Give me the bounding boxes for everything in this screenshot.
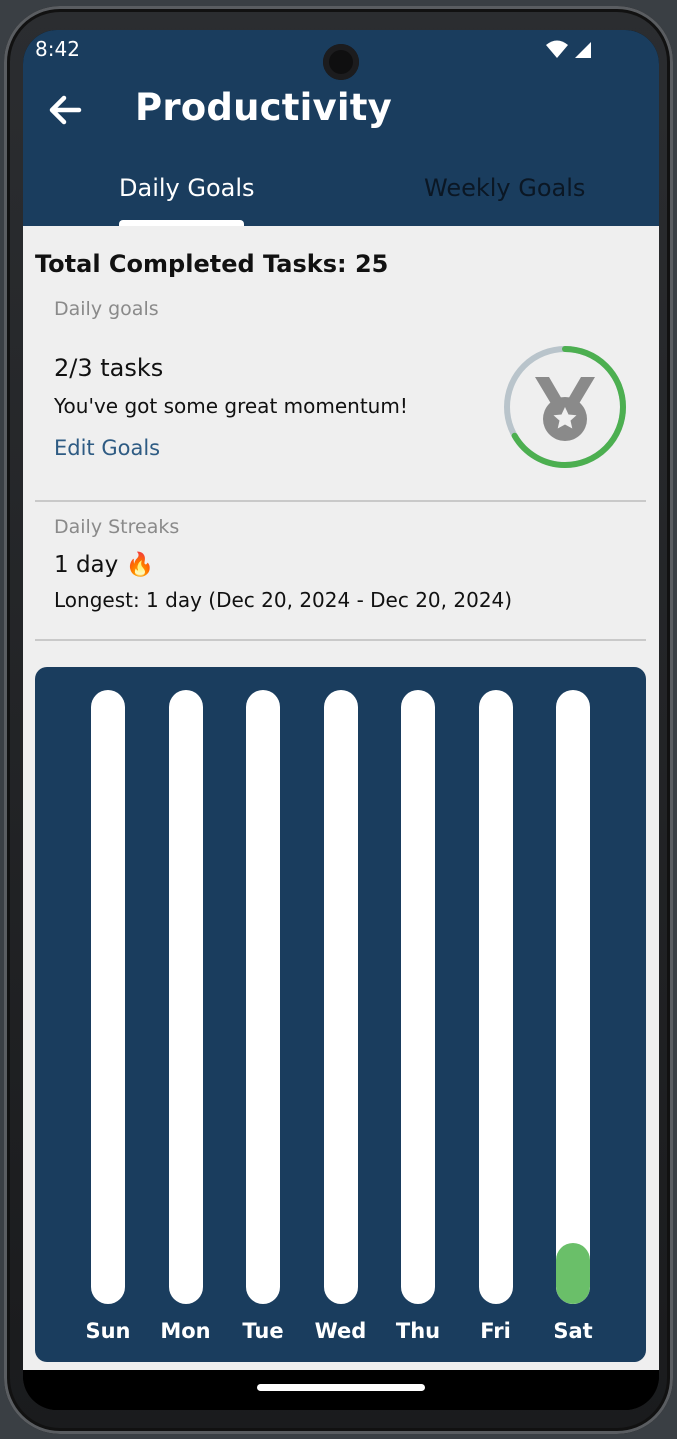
medal-icon — [535, 377, 595, 441]
app-screen: 8:42 Productivity Daily Goals Weekly Goa… — [23, 30, 659, 1410]
divider — [35, 500, 646, 502]
daily-goals-label: Daily goals — [54, 298, 159, 320]
goal-progress-ring — [504, 346, 626, 468]
bar-tue — [246, 690, 280, 1304]
momentum-message: You've got some great momentum! — [54, 394, 408, 418]
daily-streaks-label: Daily Streaks — [54, 516, 180, 538]
weekly-bar-chart: Sun Mon Tue Wed Thu Fri Sat — [35, 667, 646, 1362]
current-streak: 1 day 🔥 — [54, 552, 155, 578]
bar-sat — [556, 690, 590, 1304]
tab-daily-goals[interactable]: Daily Goals — [119, 174, 255, 202]
app-header: 8:42 Productivity Daily Goals Weekly Goa… — [23, 30, 659, 226]
day-label-sun: Sun — [85, 1319, 131, 1343]
divider — [35, 639, 646, 641]
content-area: Total Completed Tasks: 25 Daily goals 2/… — [23, 226, 659, 1370]
back-button[interactable] — [45, 90, 85, 130]
wifi-icon — [546, 40, 568, 58]
tab-weekly-goals[interactable]: Weekly Goals — [424, 174, 585, 202]
day-label-fri: Fri — [480, 1319, 511, 1343]
total-completed-tasks: Total Completed Tasks: 25 — [35, 250, 389, 278]
bar-sun — [91, 690, 125, 1304]
edit-goals-link[interactable]: Edit Goals — [54, 436, 160, 460]
bar-mon — [168, 690, 203, 1304]
status-icons — [545, 39, 593, 65]
day-label-sat: Sat — [553, 1319, 593, 1343]
day-label-tue: Tue — [242, 1319, 284, 1343]
signal-icon — [575, 42, 591, 58]
bar-fill-sat — [556, 1242, 590, 1304]
day-label-mon: Mon — [160, 1319, 211, 1343]
arrow-left-icon — [49, 95, 82, 125]
tasks-progress-text: 2/3 tasks — [54, 354, 164, 382]
system-nav-bar — [23, 1370, 659, 1410]
day-label-thu: Thu — [395, 1319, 441, 1343]
bar-fri — [478, 690, 513, 1304]
page-title: Productivity — [135, 86, 392, 129]
day-label-wed: Wed — [314, 1319, 367, 1343]
bar-thu — [401, 690, 435, 1304]
home-indicator[interactable] — [257, 1384, 425, 1391]
bar-wed — [323, 690, 358, 1304]
status-time: 8:42 — [35, 37, 80, 61]
longest-streak: Longest: 1 day (Dec 20, 2024 - Dec 20, 2… — [54, 588, 513, 612]
camera-cutout — [323, 44, 359, 80]
status-bar: 8:42 — [23, 30, 659, 80]
